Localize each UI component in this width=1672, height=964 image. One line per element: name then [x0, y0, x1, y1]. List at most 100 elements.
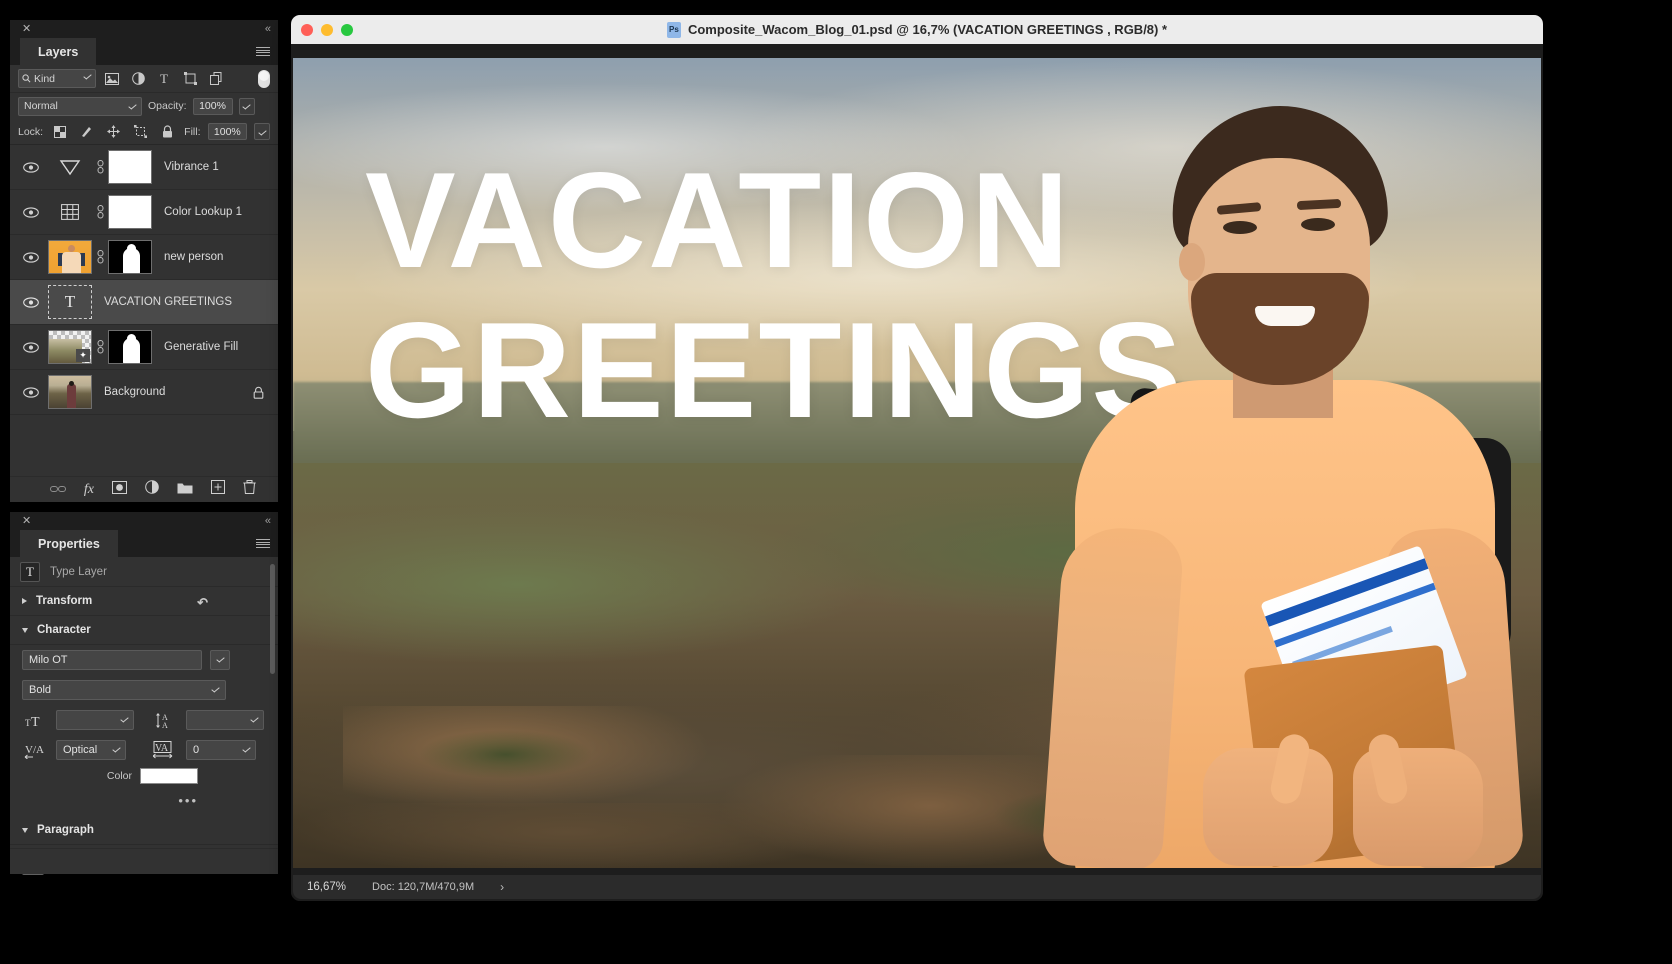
blend-mode-select[interactable]: Normal [18, 96, 142, 116]
arm-left [1041, 524, 1185, 868]
character-more-options[interactable]: ••• [10, 787, 278, 816]
layer-mask-thumbnail[interactable] [108, 240, 152, 274]
table-row[interactable]: Background [10, 370, 278, 415]
person-thumbnail[interactable] [48, 240, 92, 274]
person-composite[interactable] [903, 58, 1525, 868]
traffic-lights [301, 24, 353, 36]
new-adjustment-layer-icon[interactable] [145, 480, 159, 499]
layer-visibility-toggle[interactable] [14, 341, 48, 353]
svg-text:A: A [162, 721, 168, 729]
font-size-input[interactable] [56, 710, 134, 730]
blend-mode-value: Normal [24, 100, 58, 112]
link-mask-icon[interactable] [92, 340, 108, 354]
lock-position-icon[interactable] [104, 122, 124, 142]
background-thumbnail[interactable] [48, 375, 92, 409]
type-filter-icon[interactable]: T [154, 69, 174, 89]
layer-name: Vibrance 1 [164, 161, 219, 173]
table-row[interactable]: Vibrance 1 [10, 145, 278, 190]
delete-layer-icon[interactable] [243, 480, 256, 499]
lock-row: Lock: Fill: 100% [10, 119, 278, 145]
minimize-button[interactable] [321, 24, 333, 36]
layer-visibility-toggle[interactable] [14, 206, 48, 218]
zoom-level[interactable]: 16,67% [293, 881, 362, 893]
close-icon[interactable]: ✕ [22, 23, 31, 35]
lock-all-icon[interactable] [157, 122, 177, 142]
generative-fill-thumbnail[interactable]: ✦ [48, 330, 92, 364]
kerning-select[interactable]: Optical [56, 740, 126, 760]
font-family-row: Milo OT [10, 645, 278, 675]
link-mask-icon[interactable] [92, 160, 108, 174]
kerning-icon: V/A [22, 742, 48, 759]
leading-icon: A A [152, 712, 178, 729]
tab-properties[interactable]: Properties [20, 530, 118, 557]
collapse-panel-icon[interactable]: « [265, 515, 271, 527]
image-filter-icon[interactable] [102, 69, 122, 89]
link-layers-icon[interactable] [49, 481, 66, 499]
shape-filter-icon[interactable] [180, 69, 200, 89]
filter-kind-label: Kind [34, 72, 56, 85]
opacity-stepper[interactable] [238, 97, 255, 115]
table-row[interactable]: Color Lookup 1 [10, 190, 278, 235]
table-row[interactable]: new person [10, 235, 278, 280]
chevron-right-icon[interactable]: › [474, 880, 504, 894]
color-lookup-icon[interactable] [48, 204, 92, 220]
opacity-input[interactable]: 100% [192, 97, 233, 115]
link-mask-icon[interactable] [92, 250, 108, 264]
artboard[interactable]: VACATION GREETINGS [293, 58, 1541, 868]
section-character[interactable]: Character [10, 616, 278, 645]
lock-artboard-nesting-icon[interactable] [131, 122, 151, 142]
layer-name: new person [164, 251, 224, 263]
font-family-dropdown-button[interactable] [210, 650, 230, 670]
layer-visibility-toggle[interactable] [14, 386, 48, 398]
zoom-button[interactable] [341, 24, 353, 36]
properties-scrollbar[interactable] [270, 564, 275, 674]
layer-mask-thumbnail[interactable] [108, 195, 152, 229]
fill-input[interactable]: 100% [207, 123, 248, 140]
layer-style-fx-icon[interactable]: fx [84, 482, 94, 498]
table-row[interactable]: T VACATION GREETINGS [10, 280, 278, 325]
layer-name: VACATION GREETINGS [104, 296, 233, 308]
fill-stepper[interactable] [254, 123, 271, 140]
layer-mask-thumbnail[interactable] [108, 150, 152, 184]
layer-visibility-toggle[interactable] [14, 251, 48, 263]
filter-toggle-switch[interactable] [258, 69, 270, 88]
close-button[interactable] [301, 24, 313, 36]
photoshop-app-icon: Ps [666, 21, 681, 38]
lock-transparent-pixels-icon[interactable] [50, 122, 70, 142]
document-size-info: Doc: 120,7M/470,9M [372, 881, 475, 893]
canvas-area[interactable]: VACATION GREETINGS 16,67% Doc: 120,7M/47… [291, 44, 1543, 901]
text-color-row: Color [10, 765, 278, 787]
section-transform[interactable]: Transform ↶ [10, 587, 278, 616]
tab-layers[interactable]: Layers [20, 38, 97, 65]
section-paragraph[interactable]: Paragraph [10, 816, 278, 845]
hamburger-menu-icon[interactable] [256, 47, 270, 56]
layer-kind-label: Type Layer [50, 565, 107, 578]
type-layer-icon[interactable]: T [48, 285, 92, 319]
layer-mask-thumbnail[interactable] [108, 330, 152, 364]
adjustment-filter-icon[interactable] [128, 69, 148, 89]
table-row[interactable]: ✦ Generative Fill [10, 325, 278, 370]
font-style-select[interactable]: Bold [22, 680, 226, 700]
smart-object-filter-icon[interactable] [206, 69, 226, 89]
size-leading-row: TT A A [10, 705, 278, 735]
text-color-swatch[interactable] [140, 768, 198, 784]
add-layer-mask-icon[interactable] [112, 480, 127, 499]
vibrance-icon[interactable] [48, 158, 92, 176]
reset-icon[interactable]: ↶ [197, 595, 208, 611]
link-mask-icon[interactable] [92, 205, 108, 219]
collapse-panel-icon[interactable]: « [265, 23, 271, 35]
hamburger-menu-icon[interactable] [256, 539, 270, 548]
lock-image-pixels-icon[interactable] [77, 122, 97, 142]
layer-visibility-toggle[interactable] [14, 296, 48, 308]
tracking-input[interactable]: 0 [186, 740, 256, 760]
close-icon[interactable]: ✕ [22, 515, 31, 527]
new-group-icon[interactable] [177, 481, 193, 499]
font-family-select[interactable]: Milo OT [22, 650, 202, 670]
new-layer-icon[interactable] [211, 480, 225, 499]
leading-input[interactable] [186, 710, 264, 730]
ear [1179, 243, 1205, 281]
svg-text:V/A: V/A [25, 744, 44, 756]
filter-kind-select[interactable]: Kind [18, 69, 96, 88]
layer-visibility-toggle[interactable] [14, 161, 48, 173]
lock-label: Lock: [18, 125, 44, 138]
